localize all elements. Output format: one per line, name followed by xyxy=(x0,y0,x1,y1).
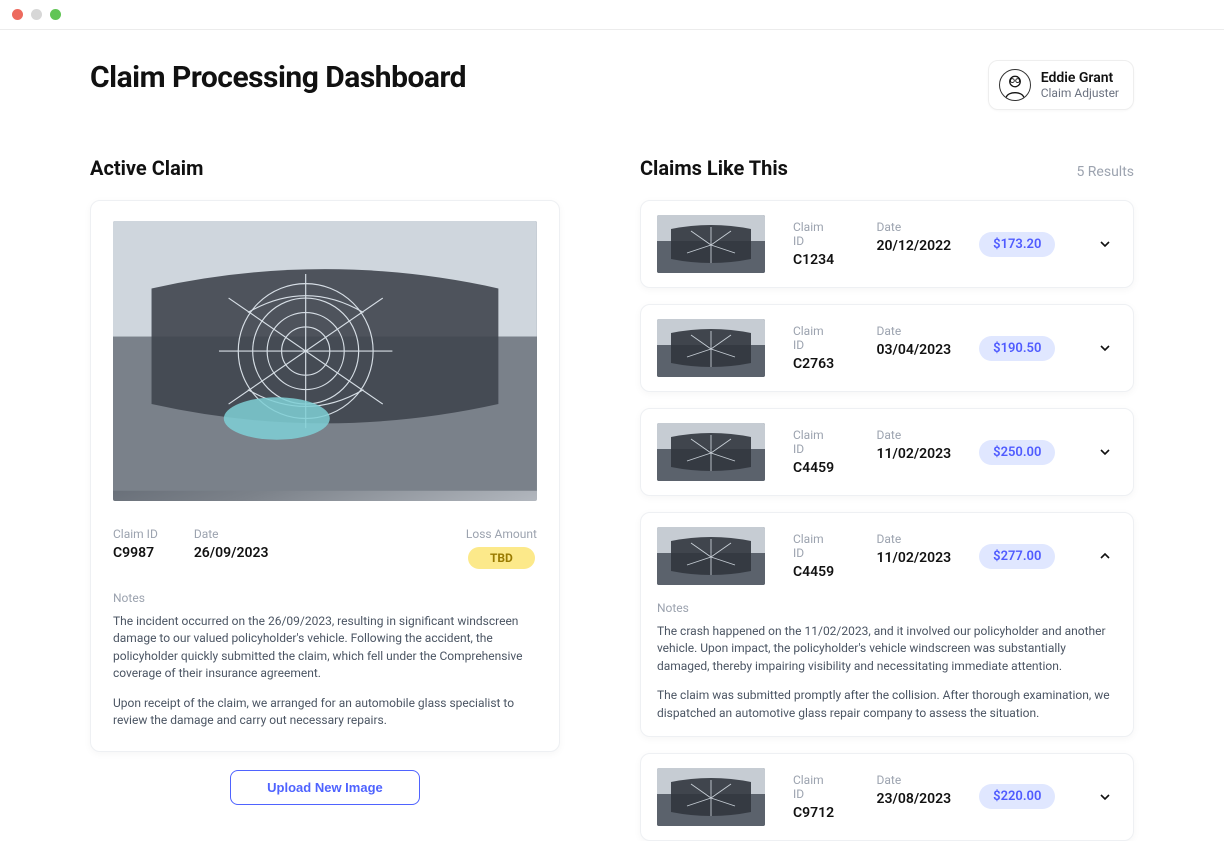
claim-id-label: Claim ID xyxy=(793,773,835,801)
date-value: 03/04/2023 xyxy=(877,342,952,358)
similar-claim-card: Claim ID C2763 Date 03/04/2023 $190.50 xyxy=(640,304,1134,392)
claim-id-value: C1234 xyxy=(793,252,835,268)
page-title: Claim Processing Dashboard xyxy=(90,60,466,95)
date-label: Date xyxy=(877,532,952,546)
active-claim-heading: Active Claim xyxy=(90,156,203,180)
similar-claim-card: Claim ID C4459 Date 11/02/2023 $277.00 No… xyxy=(640,512,1134,737)
user-name: Eddie Grant xyxy=(1041,70,1119,86)
chevron-down-icon[interactable] xyxy=(1095,442,1115,462)
claim-thumbnail xyxy=(657,215,765,273)
notes-label: Notes xyxy=(113,591,537,605)
date-value: 26/09/2023 xyxy=(194,545,269,561)
claim-id-label: Claim ID xyxy=(793,324,835,352)
similar-claim-card: Claim ID C9712 Date 23/08/2023 $220.00 xyxy=(640,753,1134,841)
chevron-down-icon[interactable] xyxy=(1095,338,1115,358)
upload-new-image-button[interactable]: Upload New Image xyxy=(230,770,420,805)
user-role: Claim Adjuster xyxy=(1041,86,1119,100)
notes-label: Notes xyxy=(657,601,1115,615)
similar-claim-card: Claim ID C1234 Date 20/12/2022 $173.20 xyxy=(640,200,1134,288)
date-label: Date xyxy=(877,220,952,234)
chevron-down-icon[interactable] xyxy=(1095,787,1115,807)
claim-id-value: C4459 xyxy=(793,460,835,476)
date-value: 11/02/2023 xyxy=(877,446,952,462)
window-close-dot[interactable] xyxy=(12,9,23,20)
claim-id-label: Claim ID xyxy=(113,527,158,541)
chevron-down-icon[interactable] xyxy=(1095,234,1115,254)
claim-id-value: C9987 xyxy=(113,545,158,561)
window-maximize-dot[interactable] xyxy=(50,9,61,20)
claim-id-value: C2763 xyxy=(793,356,835,372)
date-value: 23/08/2023 xyxy=(877,791,952,807)
notes-text: The incident occurred on the 26/09/2023,… xyxy=(113,613,537,729)
claim-id-label: Claim ID xyxy=(793,428,835,456)
claim-id-value: C4459 xyxy=(793,564,835,580)
loss-amount-label: Loss Amount xyxy=(466,527,537,541)
amount-badge: $277.00 xyxy=(979,544,1055,569)
date-label: Date xyxy=(877,324,952,338)
similar-claim-card: Claim ID C4459 Date 11/02/2023 $250.00 xyxy=(640,408,1134,496)
window-titlebar xyxy=(0,0,1224,30)
results-count: 5 Results xyxy=(1076,164,1134,180)
amount-badge: $220.00 xyxy=(979,784,1055,809)
date-value: 11/02/2023 xyxy=(877,550,952,566)
date-label: Date xyxy=(877,428,952,442)
amount-badge: $173.20 xyxy=(979,232,1055,257)
claim-thumbnail xyxy=(657,319,765,377)
claim-id-label: Claim ID xyxy=(793,532,835,560)
amount-badge: $190.50 xyxy=(979,336,1055,361)
active-claim-image xyxy=(113,221,537,501)
chevron-up-icon[interactable] xyxy=(1095,546,1115,566)
similar-claims-heading: Claims Like This xyxy=(640,156,788,180)
window-minimize-dot[interactable] xyxy=(31,9,42,20)
amount-badge: $250.00 xyxy=(979,440,1055,465)
active-claim-card: Claim ID C9987 Date 26/09/2023 Loss Amou… xyxy=(90,200,560,752)
avatar-icon xyxy=(999,69,1031,101)
date-label: Date xyxy=(194,527,269,541)
loss-amount-badge: TBD xyxy=(468,547,535,569)
claim-thumbnail xyxy=(657,423,765,481)
date-value: 20/12/2022 xyxy=(877,238,952,254)
claim-id-label: Claim ID xyxy=(793,220,835,248)
date-label: Date xyxy=(877,773,952,787)
user-chip[interactable]: Eddie Grant Claim Adjuster xyxy=(988,60,1134,110)
claim-id-value: C9712 xyxy=(793,805,835,821)
notes-text: The crash happened on the 11/02/2023, an… xyxy=(657,623,1115,722)
claim-thumbnail xyxy=(657,768,765,826)
claim-thumbnail xyxy=(657,527,765,585)
